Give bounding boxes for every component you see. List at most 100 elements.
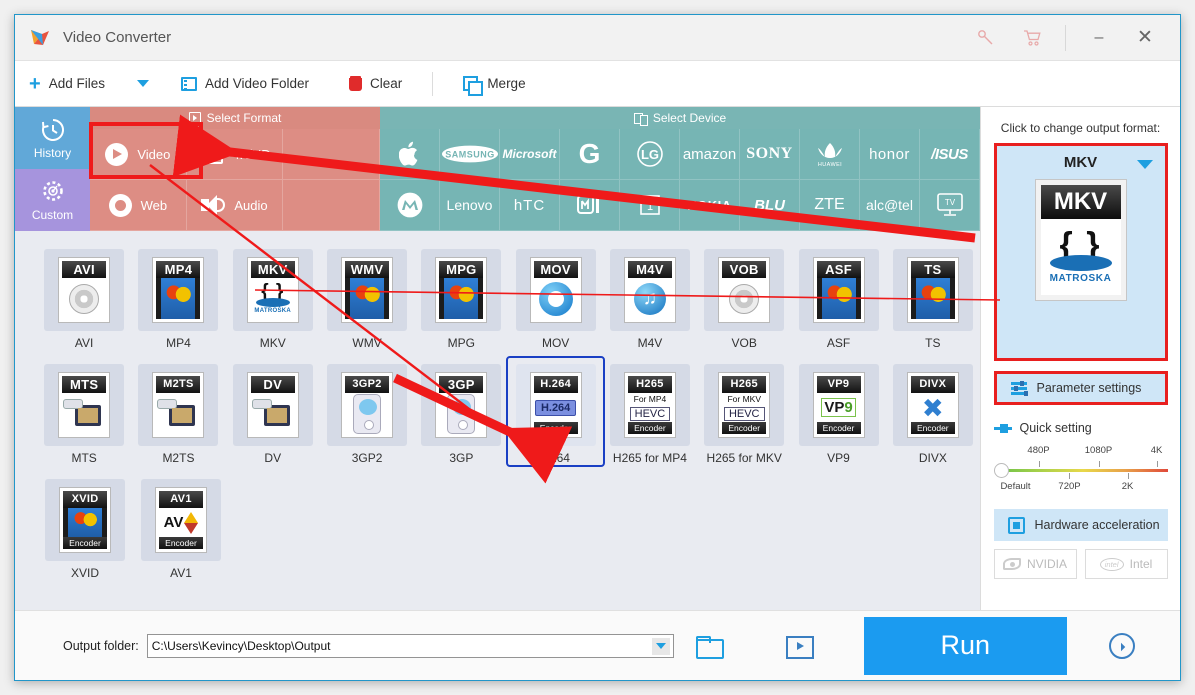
slider-track[interactable] (997, 469, 1168, 472)
format-category-audio[interactable]: Audio (186, 180, 284, 231)
format-tile-xvid[interactable]: XVID Encoder XVID (37, 473, 133, 580)
parameter-settings-button[interactable]: Parameter settings (993, 371, 1168, 405)
format-category-video[interactable]: Video (90, 129, 187, 180)
video-folder-icon (180, 76, 197, 91)
sidebar-item-history[interactable]: History (15, 107, 90, 169)
hardware-acceleration-button[interactable]: Hardware acceleration (993, 509, 1168, 541)
app-title: Video Converter (63, 29, 172, 46)
device-asus[interactable]: /ISUS (920, 129, 980, 180)
open-output-video-icon[interactable] (785, 636, 814, 659)
add-files-dropdown[interactable] (119, 61, 167, 106)
format-tile-label: 3GP2 (351, 451, 383, 465)
device-tv[interactable]: TV (920, 180, 980, 231)
tile-badge: H265 (722, 376, 767, 393)
format-tile-dv[interactable]: DV DV (226, 358, 320, 465)
camcorder-icon (157, 398, 199, 429)
device-sony[interactable]: SONY (740, 129, 800, 180)
format-tile-3gp[interactable]: 3GP 3GP (414, 358, 508, 465)
format-tile-mov[interactable]: MOV MOV (508, 243, 602, 350)
output-folder-dropdown[interactable] (651, 637, 670, 655)
format-tile-label: MOV (541, 336, 570, 350)
schedule-alarm-icon[interactable] (1108, 632, 1135, 659)
format-tile-label: MPG (447, 336, 475, 350)
merge-button[interactable]: Merge (449, 61, 539, 106)
device-lg[interactable]: LG (620, 129, 680, 180)
format-tile-row-3: XVID Encoder XVID AV1 AV Encoder AV1 (15, 473, 980, 580)
gpu-option-nvidia-label: NVIDIA (1026, 557, 1067, 571)
format-category-grid: Video 4K/HD Web Audio (90, 129, 380, 231)
format-category-web[interactable]: Web (90, 180, 187, 231)
format-tile-mkv[interactable]: MKV { } MATROŠKA MKV (226, 243, 320, 350)
format-tile-m2ts[interactable]: M2TS M2TS (131, 358, 225, 465)
output-format-name: MKV (1063, 154, 1098, 171)
close-button[interactable]: ✕ (1122, 16, 1168, 60)
chevron-down-icon[interactable] (1136, 160, 1153, 169)
cart-icon[interactable] (1009, 16, 1055, 60)
device-oneplus[interactable]: 1 (620, 180, 680, 231)
device-htc[interactable]: hTC (500, 180, 560, 231)
format-tile-wmv[interactable]: WMV WMV (320, 243, 414, 350)
device-huawei[interactable]: HUAWEI (800, 129, 860, 180)
mp3-player-icon (447, 393, 476, 434)
balloon-art (816, 278, 861, 319)
sidebar-item-custom[interactable]: Custom (15, 169, 90, 231)
device-zte[interactable]: ZTE (800, 180, 860, 231)
format-tile-label: DIVX (918, 451, 947, 465)
format-tile-vob[interactable]: VOB VOB (697, 243, 791, 350)
format-tile-3gp2[interactable]: 3GP2 3GP2 (320, 358, 414, 465)
format-tile-mpg[interactable]: MPG MPG (414, 243, 508, 350)
add-files-button[interactable]: + Add Files (15, 61, 119, 106)
left-pane: History Custom Select Format Select Devi… (15, 107, 980, 610)
slider-label-default: Default (1000, 481, 1031, 492)
device-blu[interactable]: BLU (740, 180, 800, 231)
format-tile-vp9[interactable]: VP9 VP9 Encoder VP9 (791, 358, 885, 465)
main-body: History Custom Select Format Select Devi… (15, 107, 1180, 610)
tile-badge: TS (910, 261, 955, 278)
format-tile-label: MTS (71, 451, 97, 465)
resolution-slider[interactable]: 480P 1080P 4K Default 720P 2K (993, 445, 1168, 495)
format-tile-h265-mp4[interactable]: H265 For MP4 HEVC Encoder H265 for MP4 (603, 358, 697, 465)
format-tile-av1[interactable]: AV1 AV Encoder AV1 (133, 473, 229, 580)
select-format-label: Select Format (206, 111, 282, 125)
add-video-folder-button[interactable]: Add Video Folder (167, 61, 323, 106)
format-tile-m4v[interactable]: M4V ♫ M4V (603, 243, 697, 350)
tile-badge: M4V (627, 261, 672, 278)
device-lenovo[interactable]: Lenovo (440, 180, 500, 231)
format-tile-ts[interactable]: TS TS (886, 243, 980, 350)
format-tile-label: VOB (731, 336, 757, 350)
device-nokia[interactable]: NOKIA (680, 180, 740, 231)
device-microsoft[interactable]: Microsoft (500, 129, 560, 180)
device-apple[interactable] (380, 129, 440, 180)
clear-button[interactable]: Clear (335, 61, 416, 106)
device-motorola[interactable] (380, 180, 440, 231)
run-button[interactable]: Run (863, 616, 1067, 675)
minimize-button[interactable]: – (1076, 16, 1122, 60)
gpu-option-intel[interactable]: intel Intel (1084, 549, 1168, 579)
camcorder-icon (63, 398, 105, 429)
device-google[interactable]: G (560, 129, 620, 180)
key-icon[interactable] (963, 16, 1009, 60)
device-alcatel[interactable]: alc@tel (860, 180, 920, 231)
format-tile-asf[interactable]: ASF ASF (791, 243, 885, 350)
device-samsung[interactable]: SAMSUNG (440, 129, 500, 180)
tile-foot: Encoder (910, 422, 955, 434)
browse-folder-icon[interactable] (695, 636, 724, 659)
output-folder-value: C:\Users\Kevincy\Desktop\Output (151, 638, 331, 653)
device-mi[interactable] (560, 180, 620, 231)
tile-badge: MTS (62, 376, 107, 393)
format-tile-divx[interactable]: DIVX ✖ Encoder DIVX (886, 358, 980, 465)
format-tile-label: MKV (259, 336, 286, 350)
output-folder-input[interactable]: C:\Users\Kevincy\Desktop\Output (146, 633, 674, 658)
format-tile-mp4[interactable]: MP4 MP4 (131, 243, 225, 350)
device-amazon[interactable]: amazon (680, 129, 740, 180)
format-category-4khd[interactable]: 4K/HD (186, 129, 284, 180)
output-format-icon: MKV { } MATROSKA (1034, 179, 1127, 301)
output-format-card[interactable]: MKV MKV { } MATROSKA (993, 143, 1168, 361)
gpu-option-nvidia[interactable]: NVIDIA (993, 549, 1077, 579)
format-tile-avi[interactable]: AVI AVI (37, 243, 131, 350)
format-tile-h265-mkv[interactable]: H265 For MKV HEVC Encoder H265 for MKV (697, 358, 791, 465)
format-tile-h264[interactable]: H.264 H.264 Encoder H264 (506, 356, 605, 467)
format-tile-mts[interactable]: MTS MTS (37, 358, 131, 465)
slider-knob[interactable] (993, 463, 1009, 478)
device-honor[interactable]: honor (860, 129, 920, 180)
